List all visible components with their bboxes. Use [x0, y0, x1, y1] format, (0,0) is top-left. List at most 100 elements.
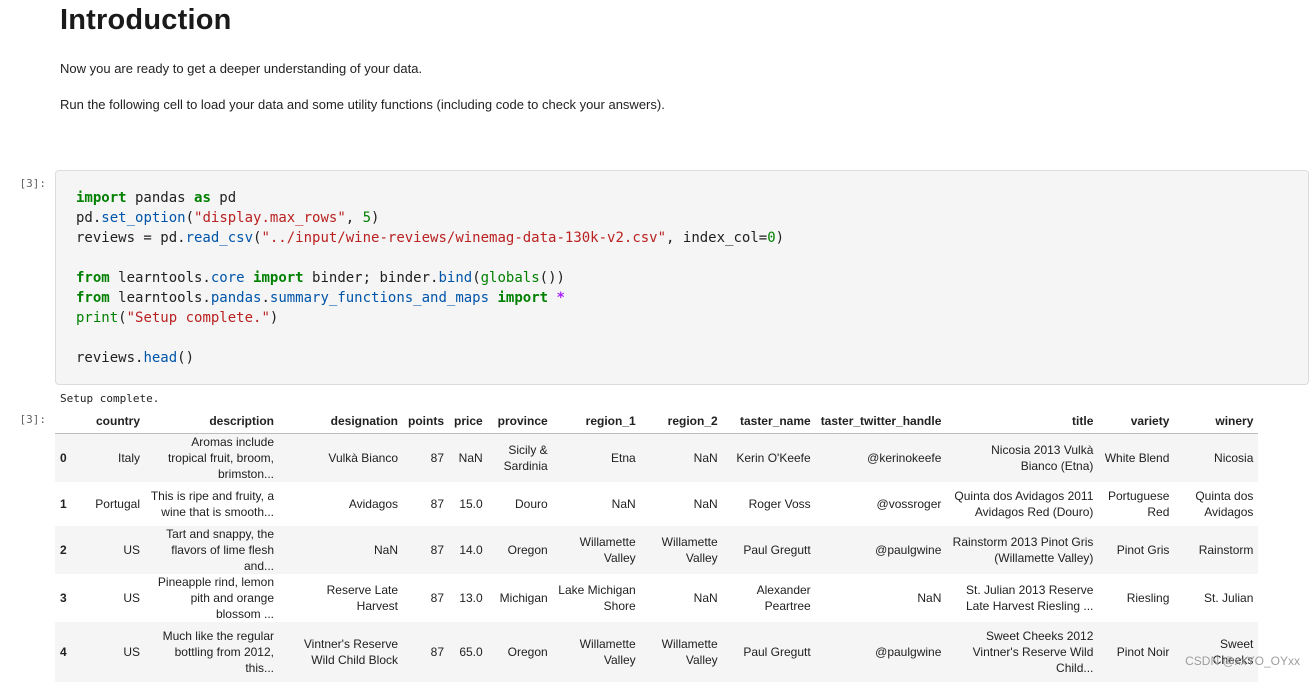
col-header-description: description	[145, 409, 279, 434]
cell-taster-name: Kerin O'Keefe	[723, 434, 816, 483]
col-header-title: title	[946, 409, 1098, 434]
section-title: Introduction	[60, 4, 232, 37]
cell-taster-name: Roger Voss	[723, 482, 816, 526]
cell-region-2: Willamette Valley	[641, 622, 723, 682]
cell-country: Portugal	[79, 482, 145, 526]
col-header-winery: winery	[1174, 409, 1258, 434]
cell-description: Much like the regular bottling from 2012…	[145, 622, 279, 682]
watermark: CSDN @xxYO_OYxx	[1185, 654, 1300, 668]
col-header-taster-name: taster_name	[723, 409, 816, 434]
col-header-region-2: region_2	[641, 409, 723, 434]
col-header-province: province	[488, 409, 553, 434]
dataframe-body: 0 Italy Aromas include tropical fruit, b…	[55, 434, 1258, 682]
cell-price: 65.0	[449, 622, 488, 682]
row-index: 2	[55, 526, 79, 574]
row-index: 0	[55, 434, 79, 483]
cell-region-1: Lake Michigan Shore	[553, 574, 641, 622]
code-line-5: from learntools.core import binder; bind…	[76, 270, 565, 286]
cell-region-2: NaN	[641, 574, 723, 622]
cell-country: US	[79, 526, 145, 574]
cell-winery: Quinta dos Avidagos	[1174, 482, 1258, 526]
cell-points: 87	[403, 574, 449, 622]
cell-description: Tart and snappy, the flavors of lime fle…	[145, 526, 279, 574]
cell-region-2: NaN	[641, 482, 723, 526]
cell-price: 14.0	[449, 526, 488, 574]
cell-points: 87	[403, 434, 449, 483]
col-header-region-1: region_1	[553, 409, 641, 434]
output-prompt: [3]:	[0, 413, 46, 426]
cell-variety: Pinot Gris	[1098, 526, 1174, 574]
code-line-7: print("Setup complete.")	[76, 310, 278, 326]
cell-province: Oregon	[488, 622, 553, 682]
col-header-designation: designation	[279, 409, 403, 434]
cell-description: Pineapple rind, lemon pith and orange bl…	[145, 574, 279, 622]
cell-title: Rainstorm 2013 Pinot Gris (Willamette Va…	[946, 526, 1098, 574]
table-row: 3 US Pineapple rind, lemon pith and oran…	[55, 574, 1258, 622]
cell-country: US	[79, 622, 145, 682]
dataframe-header: country description designation points p…	[55, 409, 1258, 434]
cell-taster-twitter-handle: @vossroger	[816, 482, 947, 526]
code-line-6: from learntools.pandas.summary_functions…	[76, 290, 565, 306]
input-prompt: [3]:	[0, 177, 46, 190]
code-line-9: reviews.head()	[76, 350, 194, 366]
cell-variety: Pinot Noir	[1098, 622, 1174, 682]
cell-taster-name: Alexander Peartree	[723, 574, 816, 622]
cell-province: Sicily & Sardinia	[488, 434, 553, 483]
code-line-2: pd.set_option("display.max_rows", 5)	[76, 210, 379, 226]
cell-description: This is ripe and fruity, a wine that is …	[145, 482, 279, 526]
code-line-3: reviews = pd.read_csv("../input/wine-rev…	[76, 230, 784, 246]
cell-designation: NaN	[279, 526, 403, 574]
cell-variety: White Blend	[1098, 434, 1174, 483]
cell-designation: Reserve Late Harvest	[279, 574, 403, 622]
cell-region-1: NaN	[553, 482, 641, 526]
code-cell-editor[interactable]: import pandas as pd pd.set_option("displ…	[55, 170, 1309, 385]
cell-taster-twitter-handle: NaN	[816, 574, 947, 622]
cell-taster-name: Paul Gregutt	[723, 526, 816, 574]
col-header-price: price	[449, 409, 488, 434]
instruction-paragraph: Run the following cell to load your data…	[60, 97, 665, 112]
col-header-index	[55, 409, 79, 434]
cell-points: 87	[403, 622, 449, 682]
cell-points: 87	[403, 482, 449, 526]
cell-title: Sweet Cheeks 2012 Vintner's Reserve Wild…	[946, 622, 1098, 682]
row-index: 3	[55, 574, 79, 622]
cell-price: 13.0	[449, 574, 488, 622]
col-header-variety: variety	[1098, 409, 1174, 434]
cell-variety: Portuguese Red	[1098, 482, 1174, 526]
cell-designation: Vintner's Reserve Wild Child Block	[279, 622, 403, 682]
col-header-taster-twitter-handle: taster_twitter_handle	[816, 409, 947, 434]
cell-province: Douro	[488, 482, 553, 526]
code-line-1: import pandas as pd	[76, 190, 236, 206]
cell-designation: Avidagos	[279, 482, 403, 526]
table-row: 0 Italy Aromas include tropical fruit, b…	[55, 434, 1258, 483]
cell-title: Quinta dos Avidagos 2011 Avidagos Red (D…	[946, 482, 1098, 526]
cell-description: Aromas include tropical fruit, broom, br…	[145, 434, 279, 483]
cell-winery: Nicosia	[1174, 434, 1258, 483]
dataframe-table: country description designation points p…	[55, 409, 1258, 682]
table-row: 1 Portugal This is ripe and fruity, a wi…	[55, 482, 1258, 526]
cell-province: Michigan	[488, 574, 553, 622]
cell-taster-twitter-handle: @paulgwine	[816, 526, 947, 574]
row-index: 1	[55, 482, 79, 526]
intro-paragraph: Now you are ready to get a deeper unders…	[60, 61, 422, 76]
cell-country: US	[79, 574, 145, 622]
cell-taster-name: Paul Gregutt	[723, 622, 816, 682]
cell-designation: Vulkà Bianco	[279, 434, 403, 483]
row-index: 4	[55, 622, 79, 682]
col-header-country: country	[79, 409, 145, 434]
col-header-points: points	[403, 409, 449, 434]
stdout-output: Setup complete.	[60, 392, 159, 405]
cell-variety: Riesling	[1098, 574, 1174, 622]
cell-price: NaN	[449, 434, 488, 483]
cell-region-1: Etna	[553, 434, 641, 483]
header-row: country description designation points p…	[55, 409, 1258, 434]
table-row: 2 US Tart and snappy, the flavors of lim…	[55, 526, 1258, 574]
cell-points: 87	[403, 526, 449, 574]
cell-winery: Rainstorm	[1174, 526, 1258, 574]
cell-country: Italy	[79, 434, 145, 483]
code-block[interactable]: import pandas as pd pd.set_option("displ…	[76, 188, 784, 368]
cell-region-2: NaN	[641, 434, 723, 483]
cell-taster-twitter-handle: @kerinokeefe	[816, 434, 947, 483]
cell-taster-twitter-handle: @paulgwine	[816, 622, 947, 682]
cell-title: Nicosia 2013 Vulkà Bianco (Etna)	[946, 434, 1098, 483]
